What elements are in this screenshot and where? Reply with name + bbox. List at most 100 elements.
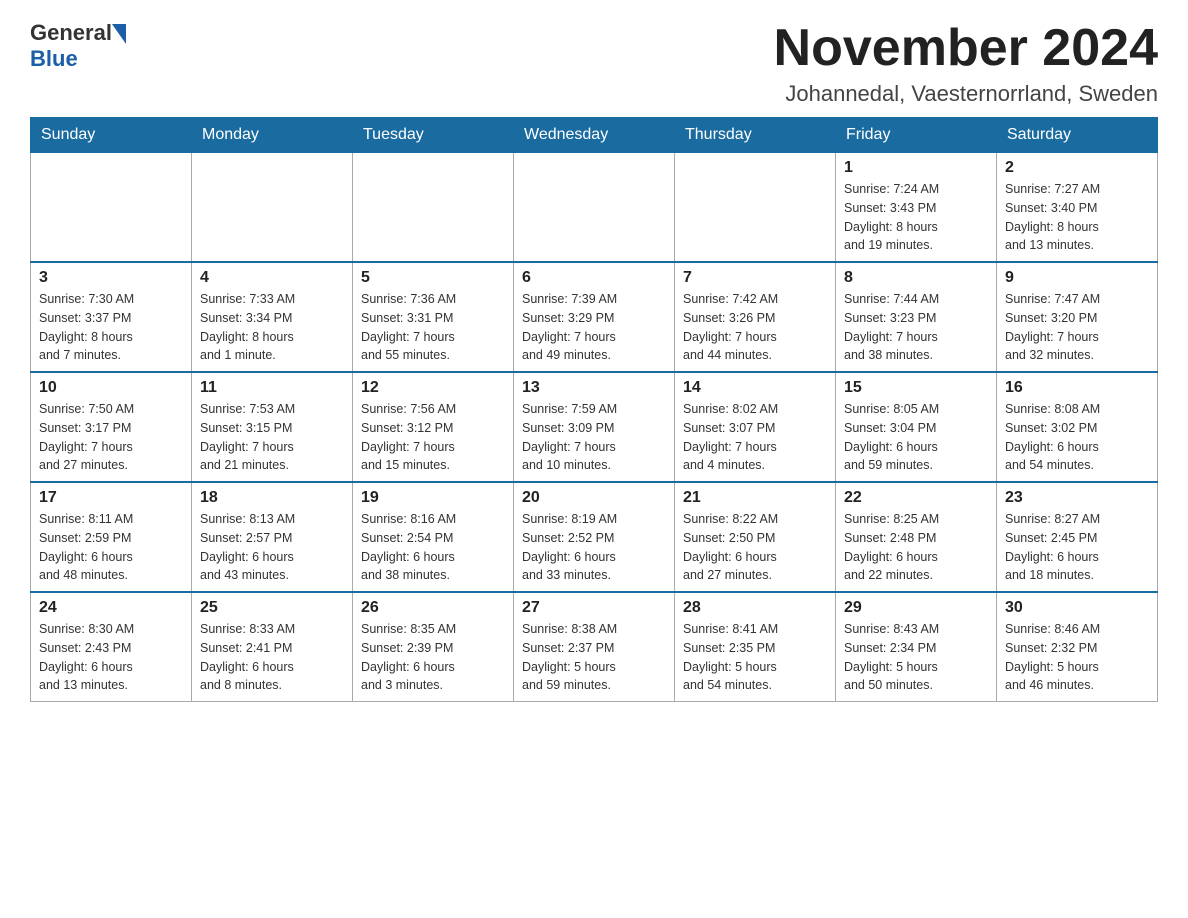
day-info: Sunrise: 8:38 AM Sunset: 2:37 PM Dayligh… [522, 620, 666, 695]
day-number: 20 [522, 489, 666, 507]
day-number: 26 [361, 599, 505, 617]
day-number: 5 [361, 269, 505, 287]
calendar-cell [675, 153, 836, 263]
day-info: Sunrise: 8:16 AM Sunset: 2:54 PM Dayligh… [361, 510, 505, 585]
calendar-cell: 9 Sunrise: 7:47 AM Sunset: 3:20 PM Daylig… [997, 262, 1158, 372]
calendar-cell: 2Sunrise: 7:27 AM Sunset: 3:40 PM Daylig… [997, 153, 1158, 263]
day-info: Sunrise: 8:41 AM Sunset: 2:35 PM Dayligh… [683, 620, 827, 695]
day-info: Sunrise: 7:36 AM Sunset: 3:31 PM Dayligh… [361, 290, 505, 365]
calendar-cell: 11Sunrise: 7:53 AM Sunset: 3:15 PM Dayli… [192, 372, 353, 482]
day-number: 8 [844, 269, 988, 287]
day-number: 25 [200, 599, 344, 617]
calendar-cell: 16 Sunrise: 8:08 AM Sunset: 3:02 PM Dayli… [997, 372, 1158, 482]
calendar-cell: 18 Sunrise: 8:13 AM Sunset: 2:57 PM Dayli… [192, 482, 353, 592]
day-info: Sunrise: 8:13 AM Sunset: 2:57 PM Dayligh… [200, 510, 344, 585]
day-info: Sunrise: 8:46 AM Sunset: 2:32 PM Dayligh… [1005, 620, 1149, 695]
calendar-cell: 7 Sunrise: 7:42 AM Sunset: 3:26 PM Daylig… [675, 262, 836, 372]
day-info: Sunrise: 7:44 AM Sunset: 3:23 PM Dayligh… [844, 290, 988, 365]
day-info: Sunrise: 7:42 AM Sunset: 3:26 PM Dayligh… [683, 290, 827, 365]
calendar-cell: 15 Sunrise: 8:05 AM Sunset: 3:04 PM Dayli… [836, 372, 997, 482]
day-number: 17 [39, 489, 183, 507]
calendar-cell: 8 Sunrise: 7:44 AM Sunset: 3:23 PM Daylig… [836, 262, 997, 372]
day-info: Sunrise: 7:30 AM Sunset: 3:37 PM Dayligh… [39, 290, 183, 365]
calendar-cell: 14Sunrise: 8:02 AM Sunset: 3:07 PM Dayli… [675, 372, 836, 482]
page-header: General Blue November 2024 Johannedal, V… [30, 20, 1158, 107]
day-info: Sunrise: 8:35 AM Sunset: 2:39 PM Dayligh… [361, 620, 505, 695]
calendar-cell: 23Sunrise: 8:27 AM Sunset: 2:45 PM Dayli… [997, 482, 1158, 592]
calendar-cell: 1 Sunrise: 7:24 AM Sunset: 3:43 PM Daylig… [836, 153, 997, 263]
calendar-cell: 27 Sunrise: 8:38 AM Sunset: 2:37 PM Dayli… [514, 592, 675, 702]
day-number: 2 [1005, 159, 1149, 177]
weekday-header-monday: Monday [192, 118, 353, 153]
day-info: Sunrise: 8:33 AM Sunset: 2:41 PM Dayligh… [200, 620, 344, 695]
day-number: 30 [1005, 599, 1149, 617]
day-info: Sunrise: 8:05 AM Sunset: 3:04 PM Dayligh… [844, 400, 988, 475]
calendar-cell: 3Sunrise: 7:30 AM Sunset: 3:37 PM Daylig… [31, 262, 192, 372]
day-number: 4 [200, 269, 344, 287]
logo: General Blue [30, 20, 126, 72]
month-title: November 2024 [774, 20, 1158, 77]
calendar-cell: 25 Sunrise: 8:33 AM Sunset: 2:41 PM Dayli… [192, 592, 353, 702]
day-info: Sunrise: 8:27 AM Sunset: 2:45 PM Dayligh… [1005, 510, 1149, 585]
day-number: 1 [844, 159, 988, 177]
day-info: Sunrise: 8:08 AM Sunset: 3:02 PM Dayligh… [1005, 400, 1149, 475]
day-info: Sunrise: 7:39 AM Sunset: 3:29 PM Dayligh… [522, 290, 666, 365]
day-info: Sunrise: 8:19 AM Sunset: 2:52 PM Dayligh… [522, 510, 666, 585]
day-info: Sunrise: 7:59 AM Sunset: 3:09 PM Dayligh… [522, 400, 666, 475]
day-number: 7 [683, 269, 827, 287]
calendar-cell: 24 Sunrise: 8:30 AM Sunset: 2:43 PM Dayli… [31, 592, 192, 702]
calendar-cell: 26 Sunrise: 8:35 AM Sunset: 2:39 PM Dayli… [353, 592, 514, 702]
calendar-cell: 19Sunrise: 8:16 AM Sunset: 2:54 PM Dayli… [353, 482, 514, 592]
day-info: Sunrise: 8:22 AM Sunset: 2:50 PM Dayligh… [683, 510, 827, 585]
weekday-header-saturday: Saturday [997, 118, 1158, 153]
calendar-week-row: 10Sunrise: 7:50 AM Sunset: 3:17 PM Dayli… [31, 372, 1158, 482]
day-number: 6 [522, 269, 666, 287]
day-info: Sunrise: 8:43 AM Sunset: 2:34 PM Dayligh… [844, 620, 988, 695]
calendar-table: SundayMondayTuesdayWednesdayThursdayFrid… [30, 117, 1158, 702]
day-number: 14 [683, 379, 827, 397]
calendar-cell: 4 Sunrise: 7:33 AM Sunset: 3:34 PM Daylig… [192, 262, 353, 372]
calendar-cell [31, 153, 192, 263]
logo-general-text: General [30, 20, 112, 46]
day-number: 24 [39, 599, 183, 617]
calendar-cell: 30 Sunrise: 8:46 AM Sunset: 2:32 PM Dayli… [997, 592, 1158, 702]
day-number: 29 [844, 599, 988, 617]
weekday-header-tuesday: Tuesday [353, 118, 514, 153]
day-number: 16 [1005, 379, 1149, 397]
day-number: 15 [844, 379, 988, 397]
day-number: 28 [683, 599, 827, 617]
logo-arrow-icon [112, 24, 126, 44]
day-info: Sunrise: 7:47 AM Sunset: 3:20 PM Dayligh… [1005, 290, 1149, 365]
day-number: 12 [361, 379, 505, 397]
day-info: Sunrise: 8:30 AM Sunset: 2:43 PM Dayligh… [39, 620, 183, 695]
title-block: November 2024 Johannedal, Vaesternorrlan… [774, 20, 1158, 107]
location-title: Johannedal, Vaesternorrland, Sweden [774, 81, 1158, 107]
calendar-week-row: 17 Sunrise: 8:11 AM Sunset: 2:59 PM Dayli… [31, 482, 1158, 592]
day-number: 22 [844, 489, 988, 507]
day-number: 11 [200, 379, 344, 397]
calendar-week-row: 3Sunrise: 7:30 AM Sunset: 3:37 PM Daylig… [31, 262, 1158, 372]
calendar-cell: 12 Sunrise: 7:56 AM Sunset: 3:12 PM Dayli… [353, 372, 514, 482]
calendar-week-row: 24 Sunrise: 8:30 AM Sunset: 2:43 PM Dayli… [31, 592, 1158, 702]
calendar-cell: 20 Sunrise: 8:19 AM Sunset: 2:52 PM Dayli… [514, 482, 675, 592]
day-info: Sunrise: 7:33 AM Sunset: 3:34 PM Dayligh… [200, 290, 344, 365]
calendar-cell [192, 153, 353, 263]
day-number: 18 [200, 489, 344, 507]
calendar-cell: 29 Sunrise: 8:43 AM Sunset: 2:34 PM Dayli… [836, 592, 997, 702]
calendar-cell: 22Sunrise: 8:25 AM Sunset: 2:48 PM Dayli… [836, 482, 997, 592]
day-number: 13 [522, 379, 666, 397]
day-number: 9 [1005, 269, 1149, 287]
calendar-cell [514, 153, 675, 263]
weekday-header-wednesday: Wednesday [514, 118, 675, 153]
day-info: Sunrise: 7:56 AM Sunset: 3:12 PM Dayligh… [361, 400, 505, 475]
calendar-cell [353, 153, 514, 263]
weekday-header-thursday: Thursday [675, 118, 836, 153]
day-info: Sunrise: 8:11 AM Sunset: 2:59 PM Dayligh… [39, 510, 183, 585]
day-info: Sunrise: 7:24 AM Sunset: 3:43 PM Dayligh… [844, 180, 988, 255]
calendar-cell: 28 Sunrise: 8:41 AM Sunset: 2:35 PM Dayli… [675, 592, 836, 702]
day-info: Sunrise: 7:50 AM Sunset: 3:17 PM Dayligh… [39, 400, 183, 475]
day-number: 27 [522, 599, 666, 617]
day-number: 21 [683, 489, 827, 507]
calendar-cell: 17 Sunrise: 8:11 AM Sunset: 2:59 PM Dayli… [31, 482, 192, 592]
calendar-cell: 6 Sunrise: 7:39 AM Sunset: 3:29 PM Daylig… [514, 262, 675, 372]
